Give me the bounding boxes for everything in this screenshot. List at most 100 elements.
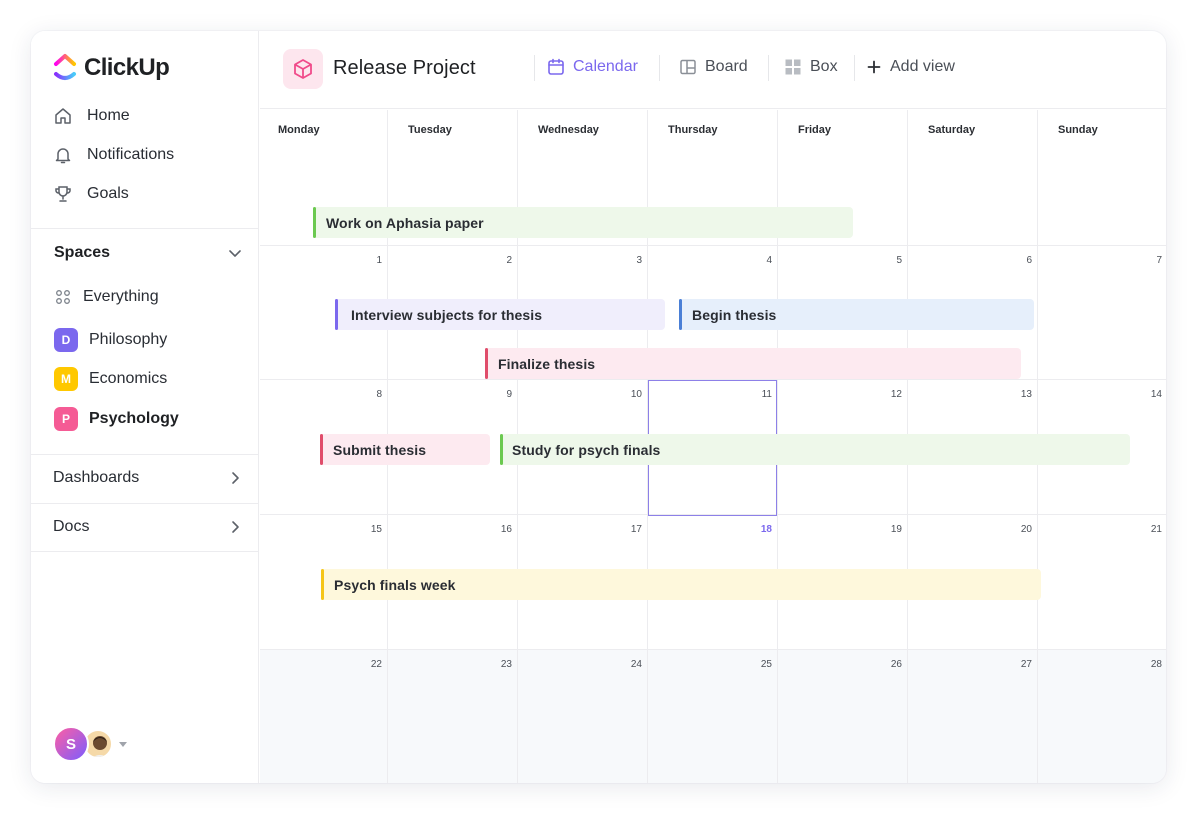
event-title: Submit thesis bbox=[333, 441, 427, 458]
sidebar-item-label: Dashboards bbox=[53, 469, 140, 486]
tab-label: Calendar bbox=[573, 58, 638, 75]
cube-icon bbox=[294, 59, 312, 79]
day-number: 13 bbox=[1020, 389, 1032, 400]
header: Release Project Calendar Board Box Add v… bbox=[260, 31, 1166, 109]
grid-line bbox=[260, 649, 1166, 650]
sidebar-item-psychology[interactable]: P Psychology bbox=[54, 407, 179, 431]
day-number: 11 bbox=[761, 389, 772, 400]
sidebar-item-home[interactable]: Home bbox=[53, 106, 253, 126]
day-header-sunday: Sunday bbox=[1058, 124, 1098, 136]
box-grid-icon bbox=[785, 59, 801, 75]
sidebar-item-economics[interactable]: M Economics bbox=[54, 367, 167, 391]
event-work-on-aphasia-paper[interactable]: Work on Aphasia paper bbox=[313, 207, 853, 238]
trophy-icon bbox=[55, 186, 71, 202]
day-header-saturday: Saturday bbox=[928, 124, 976, 136]
event-title: Interview subjects for thesis bbox=[351, 306, 543, 323]
day-number: 9 bbox=[506, 389, 512, 400]
day-number: 7 bbox=[1156, 255, 1162, 266]
user-avatar-menu[interactable]: S bbox=[53, 726, 127, 762]
sidebar-item-label: Home bbox=[87, 107, 130, 124]
day-number: 8 bbox=[376, 389, 382, 400]
sidebar-item-label: Notifications bbox=[87, 146, 175, 163]
event-submit-thesis[interactable]: Submit thesis bbox=[320, 434, 490, 465]
event-study-psych-finals[interactable]: Study for psych finals bbox=[500, 434, 1130, 465]
space-badge: D bbox=[54, 328, 78, 352]
day-number: 5 bbox=[896, 255, 902, 266]
divider bbox=[31, 228, 258, 229]
event-begin-thesis[interactable]: Begin thesis bbox=[679, 299, 1034, 330]
day-number: 20 bbox=[1020, 524, 1032, 535]
home-icon bbox=[55, 108, 71, 124]
day-header-tuesday: Tuesday bbox=[408, 124, 452, 136]
calendar-icon bbox=[548, 58, 564, 75]
day-header-thursday: Thursday bbox=[668, 124, 718, 136]
day-number: 10 bbox=[630, 389, 642, 400]
sidebar-item-label: Philosophy bbox=[89, 331, 168, 348]
space-badge: P bbox=[54, 407, 78, 431]
day-number: 27 bbox=[1020, 659, 1032, 670]
event-title: Psych finals week bbox=[334, 576, 456, 593]
day-number: 15 bbox=[370, 524, 382, 535]
day-number: 22 bbox=[370, 659, 382, 670]
sidebar-item-notifications[interactable]: Notifications bbox=[53, 145, 253, 165]
divider bbox=[31, 503, 258, 504]
day-number: 26 bbox=[890, 659, 902, 670]
day-number: 2 bbox=[506, 255, 512, 266]
day-number: 3 bbox=[636, 255, 642, 266]
tab-board[interactable]: Board bbox=[679, 58, 748, 76]
chevron-right-icon bbox=[232, 472, 239, 484]
add-view-label: Add view bbox=[890, 58, 955, 75]
add-view-button[interactable]: Add view bbox=[866, 58, 955, 76]
divider bbox=[768, 55, 769, 81]
bell-icon bbox=[55, 148, 71, 164]
sidebar-item-goals[interactable]: Goals bbox=[53, 184, 253, 204]
sidebar-item-philosophy[interactable]: D Philosophy bbox=[54, 328, 167, 352]
sidebar: ClickUp Home Notifications Goals Spaces … bbox=[31, 31, 259, 783]
logo-text: ClickUp bbox=[84, 54, 170, 81]
sidebar-item-label: Everything bbox=[83, 288, 159, 305]
chevron-down-icon[interactable] bbox=[227, 245, 243, 261]
sidebar-item-docs[interactable]: Docs bbox=[53, 518, 243, 536]
spaces-title: Spaces bbox=[54, 244, 111, 261]
event-interview-subjects[interactable]: Interview subjects for thesis bbox=[335, 299, 665, 330]
calendar-grid: Monday Tuesday Wednesday Thursday Friday… bbox=[260, 110, 1166, 783]
divider bbox=[31, 454, 258, 455]
tab-calendar[interactable]: Calendar bbox=[547, 58, 638, 76]
event-title: Finalize thesis bbox=[498, 355, 596, 372]
day-number: 12 bbox=[890, 389, 902, 400]
day-number: 19 bbox=[890, 524, 902, 535]
chevron-right-icon bbox=[232, 521, 239, 533]
board-icon bbox=[680, 59, 696, 75]
sidebar-item-label: Docs bbox=[53, 518, 90, 535]
event-title: Study for psych finals bbox=[512, 441, 661, 458]
sidebar-item-label: Economics bbox=[89, 370, 168, 387]
day-header-wednesday: Wednesday bbox=[538, 124, 599, 136]
event-title: Begin thesis bbox=[692, 306, 777, 323]
day-number: 24 bbox=[630, 659, 642, 670]
tab-box[interactable]: Box bbox=[784, 58, 838, 76]
day-number: 16 bbox=[500, 524, 512, 535]
plus-icon bbox=[867, 60, 881, 74]
day-header-friday: Friday bbox=[798, 124, 832, 136]
divider bbox=[31, 551, 258, 552]
app-window: ClickUp Home Notifications Goals Spaces … bbox=[31, 31, 1166, 783]
logo[interactable]: ClickUp bbox=[53, 53, 170, 83]
sidebar-item-label: Goals bbox=[87, 185, 129, 202]
sidebar-item-label: Psychology bbox=[89, 410, 179, 427]
clickup-logo-icon bbox=[54, 54, 76, 80]
event-finalize-thesis[interactable]: Finalize thesis bbox=[485, 348, 1021, 379]
sidebar-item-dashboards[interactable]: Dashboards bbox=[53, 469, 243, 487]
event-psych-finals-week[interactable]: Psych finals week bbox=[321, 569, 1041, 600]
day-header-monday: Monday bbox=[278, 124, 320, 136]
tab-label: Box bbox=[810, 58, 838, 75]
sidebar-item-everything[interactable]: Everything bbox=[54, 288, 159, 306]
day-number: 18 bbox=[760, 524, 772, 535]
tab-label: Board bbox=[705, 58, 748, 75]
day-number: 14 bbox=[1150, 389, 1162, 400]
project-icon bbox=[283, 49, 323, 89]
day-number: 6 bbox=[1026, 255, 1032, 266]
page-title: Release Project bbox=[333, 57, 476, 79]
grid-dots-icon bbox=[56, 290, 70, 304]
avatar: S bbox=[53, 726, 89, 762]
caret-down-icon bbox=[119, 741, 127, 747]
